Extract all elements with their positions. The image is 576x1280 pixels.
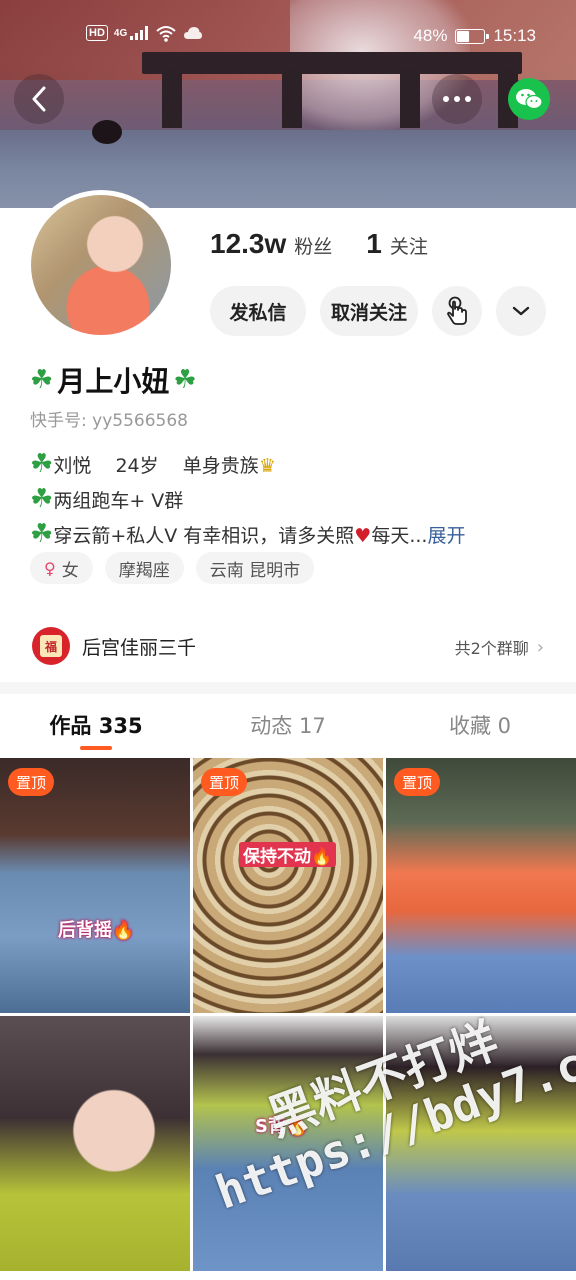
bio-text: 两组跑车+ V群 [53,490,184,512]
video-sticker: 保持不动🔥 [239,842,337,867]
video-sticker: S背🔥 [255,1116,309,1137]
pinned-badge: 置顶 [201,768,248,796]
battery-percent: 48% [413,26,448,45]
zodiac-tag: 摩羯座 [104,552,184,584]
bio-text: 刘悦 24岁 单身贵族 [53,455,259,477]
fans-stat[interactable]: 12.3w 粉丝 [210,228,332,260]
clover-icon: ☘ [30,484,54,514]
wifi-icon [156,26,176,42]
video-sticker: 后背摇🔥 [58,920,135,941]
group-count-text: 共2个群聊 [454,639,529,658]
video-grid: 置顶 后背摇🔥 置顶 保持不动🔥 置顶 S背🔥 [0,758,576,1271]
crown-icon: ♛ [258,455,276,477]
more-dots-icon [443,96,471,102]
location-tag: 云南 昆明市 [195,552,315,584]
gender-tag: ♀ 女 [30,552,93,584]
banner-table-leg [400,70,420,128]
wechat-icon [516,89,543,110]
fans-label: 粉丝 [294,236,333,258]
chevron-left-icon [32,86,46,112]
battery-icon [455,28,490,44]
bio-line: ☘两组跑车+ V群 [30,483,550,518]
cloud-icon [184,27,203,39]
back-button[interactable] [14,74,64,124]
chevron-right-icon: › [536,636,544,658]
hand-tap-icon [447,296,467,325]
following-label: 关注 [389,236,428,258]
status-left: HD 4G [86,24,203,42]
tab-works[interactable]: 作品 335 [0,694,192,756]
fu-badge: 福 [40,635,62,657]
video-thumbnail[interactable] [0,1016,190,1271]
clover-icon: ☘ [30,449,54,479]
signal-icon [130,26,149,40]
video-thumbnail[interactable]: S背🔥 [193,1016,383,1271]
following-stat[interactable]: 1 关注 [366,228,428,260]
unfollow-button[interactable]: 取消关注 [320,286,418,336]
following-count: 1 [366,228,382,259]
group-count: 共2个群聊 › [455,635,544,659]
video-thumbnail[interactable]: 置顶 后背摇🔥 [0,758,190,1013]
expand-menu-button[interactable] [496,286,546,336]
profile-name: ☘ 月上小妞 ☘ [30,360,197,400]
fans-count: 12.3w [210,228,287,259]
female-icon: ♀ [44,558,56,578]
banner-table-leg [162,70,182,128]
kuaishou-id[interactable]: 快手号: yy5566568 [30,406,188,431]
banner-figure [92,120,122,144]
profile-tags: ♀ 女 摩羯座 云南 昆明市 [30,552,315,584]
tab-moments[interactable]: 动态 17 [192,694,384,756]
profile-section: 12.3w 粉丝 1 关注 发私信 取消关注 ☘ 月上小妞 ☘ 快手号: yy5… [0,190,576,688]
expand-link[interactable]: 展开 [427,525,465,547]
gesture-button[interactable] [432,286,482,336]
status-bar: HD 4G 48% 15:13 [0,20,576,56]
battery-level [457,30,470,42]
tag-label: 女 [61,560,79,581]
status-right: 48% 15:13 [413,26,536,46]
clock: 15:13 [493,26,536,45]
profile-stats: 12.3w 粉丝 1 关注 [210,228,428,260]
wechat-share-button[interactable] [508,78,550,120]
group-chat-row[interactable]: 福 后宫佳丽三千 共2个群聊 › [0,623,576,675]
clover-icon: ☘ [30,519,54,549]
video-thumbnail[interactable]: 置顶 [386,758,576,1013]
profile-page: HD 4G 48% 15:13 12.3w 粉丝 1 关注 发私信 取消关注 ☘… [0,0,576,1280]
pinned-badge: 置顶 [8,768,55,796]
tab-favorites[interactable]: 收藏 0 [384,694,576,756]
bio-line: ☘穿云箭+私人V 有幸相识，请多关照♥每天...展开 [30,518,550,553]
more-button[interactable] [432,74,482,124]
avatar[interactable] [26,190,176,340]
bio-text: 穿云箭+私人V 有幸相识，请多关照 [53,525,355,547]
chevron-down-icon [512,306,530,316]
profile-bio[interactable]: ☘刘悦 24岁 单身贵族♛ ☘两组跑车+ V群 ☘穿云箭+私人V 有幸相识，请多… [30,448,550,553]
heart-icon: ♥ [354,525,372,547]
content-tabs: 作品 335 动态 17 收藏 0 [0,694,576,756]
profile-actions: 发私信 取消关注 [210,286,546,336]
network-label: 4G [113,27,128,39]
clover-icon: ☘ [30,365,54,395]
bio-line: ☘刘悦 24岁 单身贵族♛ [30,448,550,483]
banner-table-leg [282,70,302,128]
video-thumbnail[interactable] [386,1016,576,1271]
group-avatar-icon: 福 [32,627,70,665]
nickname: 月上小妞 [57,365,170,398]
clover-icon: ☘ [173,365,197,395]
section-divider [0,682,576,694]
hd-badge: HD [86,25,108,41]
send-message-button[interactable]: 发私信 [210,286,306,336]
pinned-badge: 置顶 [394,768,441,796]
group-name: 后宫佳丽三千 [82,637,197,659]
video-thumbnail[interactable]: 置顶 保持不动🔥 [193,758,383,1013]
bio-text: 每天... [371,525,428,547]
